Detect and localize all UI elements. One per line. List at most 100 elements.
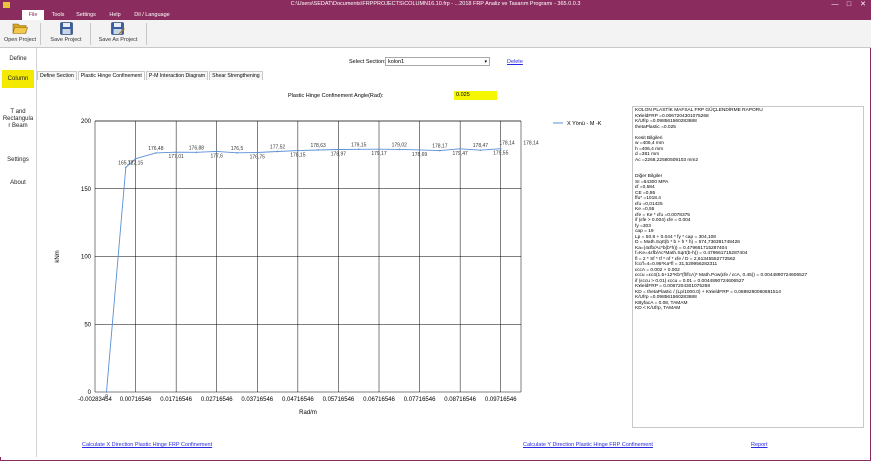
menu-file[interactable]: File	[22, 10, 44, 20]
data-point	[236, 152, 238, 154]
data-point	[479, 149, 482, 151]
legend-label: X Yönü - M -K	[567, 121, 602, 127]
toolbar: Open Project Save Project Save As Projec…	[0, 20, 871, 48]
open-project-label: Open Project	[3, 37, 37, 43]
report-link[interactable]: Report	[751, 442, 768, 448]
data-point	[439, 149, 441, 152]
sidebar: Define Column T and Rectangula r Beam Se…	[0, 48, 37, 457]
data-label: 178,47	[473, 143, 489, 149]
sidebar-item-about[interactable]: About	[2, 174, 34, 192]
title-bar: C:\Users\SEDAT\Documents\FRPPROJECTS\COL…	[0, 0, 871, 10]
data-point	[398, 148, 401, 151]
data-label: 179,02	[392, 142, 408, 148]
data-label: 178,63	[310, 143, 326, 149]
data-label: 177,01	[168, 154, 184, 160]
tab-shear-strengthening[interactable]: Shear Strengthening	[209, 71, 263, 80]
menu-language[interactable]: Dil / Language	[130, 10, 174, 20]
menu-help[interactable]: Help	[104, 10, 126, 20]
report-line: KD < K/Ufrp, TAMAM	[635, 306, 681, 311]
section-dropdown-value: kolon1	[388, 59, 405, 65]
data-point	[215, 150, 218, 153]
section-dropdown[interactable]: kolon1 ▾	[385, 57, 490, 66]
confinement-angle-label: Plastic Hinge Confinement Angle(Rad):	[288, 93, 384, 99]
delete-link[interactable]: Delete	[507, 59, 523, 65]
data-label: 178,69	[412, 152, 428, 158]
data-label: 177,52	[270, 144, 286, 150]
menu-bar: File Tools Settings Help Dil / Language	[0, 10, 871, 20]
confinement-angle-input[interactable]: 0.025	[454, 91, 497, 100]
data-point	[155, 152, 157, 154]
window-title: C:\Users\SEDAT\Documents\FRPPROJECTS\COL…	[290, 1, 581, 7]
data-point	[378, 148, 380, 151]
tab-strip: Define Section Plastic Hinge Confinement…	[37, 71, 264, 80]
y-tick-label: 200	[81, 119, 92, 125]
y-tick-label: 150	[81, 187, 92, 193]
data-label-trailing: 178,14	[499, 141, 515, 147]
data-label: 179,15	[351, 142, 367, 148]
data-label: 178,15	[290, 153, 306, 159]
open-project-button[interactable]: Open Project	[3, 22, 37, 46]
data-point	[175, 151, 177, 153]
chart-svg: -0.00283454 0.00716546 0.01716546 0.0271654…	[55, 119, 602, 416]
folder-open-icon	[12, 23, 28, 34]
save-as-project-label: Save As Project	[98, 37, 138, 43]
tab-define-section[interactable]: Define Section	[37, 71, 77, 80]
data-label: 176,88	[189, 145, 205, 151]
sidebar-item-beam[interactable]: T and Rectangula r Beam	[2, 104, 34, 134]
series-line	[106, 148, 501, 393]
data-label: 177,6	[210, 153, 223, 159]
x-tick-label: 0.02716546	[201, 397, 233, 403]
save-as-icon	[111, 22, 125, 35]
data-point	[195, 151, 198, 154]
data-point	[317, 149, 319, 151]
data-label: 176,48	[148, 146, 164, 152]
save-as-project-button[interactable]: Save As Project	[96, 22, 140, 46]
minimize-button[interactable]: —	[831, 0, 839, 10]
data-label: 179,47	[452, 151, 468, 157]
sidebar-item-define[interactable]: Define	[2, 50, 34, 68]
data-point	[459, 148, 461, 150]
data-point	[357, 148, 360, 151]
data-point	[337, 148, 340, 151]
tab-plastic-hinge[interactable]: Plastic Hinge Confinement	[77, 71, 145, 80]
data-point	[276, 150, 279, 153]
menu-tools[interactable]: Tools	[46, 10, 70, 20]
x-tick-label: 0.09716546	[485, 397, 517, 403]
menu-settings[interactable]: Settings	[72, 10, 100, 20]
save-project-button[interactable]: Save Project	[49, 22, 83, 46]
data-label: 178,17	[432, 144, 448, 150]
toolbar-divider	[40, 23, 41, 45]
x-tick-label: 0.00716546	[120, 397, 152, 403]
tab-pm-interaction[interactable]: P-M Interaction Diagram	[145, 71, 209, 80]
data-point	[256, 151, 259, 154]
maximize-button[interactable]: □	[845, 0, 853, 10]
select-section-label: Select Section:	[349, 59, 386, 65]
data-label: 178,97	[331, 151, 347, 157]
data-point	[134, 157, 137, 160]
data-point	[125, 166, 127, 169]
x-axis-label: Rad/m	[299, 410, 317, 416]
x-tick-label: 0.08716546	[444, 397, 476, 403]
y-tick-label: 0	[88, 390, 92, 396]
sidebar-item-column[interactable]: Column	[2, 70, 34, 88]
save-project-label: Save Project	[50, 37, 82, 43]
data-label: 176,5	[231, 146, 244, 152]
data-point	[105, 391, 108, 393]
y-tick-label: 100	[81, 255, 92, 261]
report-panel: KOLON PLASTİK MAFSAL FRP GÜÇLENDİRME RAP…	[632, 106, 864, 428]
sidebar-item-settings[interactable]: Settings	[2, 151, 34, 169]
save-disk-icon	[59, 22, 73, 35]
chevron-down-icon: ▾	[484, 59, 487, 65]
data-label: 176,75	[250, 155, 266, 161]
close-button[interactable]: ✕	[859, 0, 867, 10]
data-label: 172,15	[128, 161, 144, 167]
x-tick-label: 0.07716546	[404, 397, 436, 403]
toolbar-divider	[90, 23, 91, 45]
y-axis-label: kNm	[55, 250, 61, 262]
y-tick-label: 50	[84, 322, 91, 328]
calculate-y-link[interactable]: Calculate Y Direction Plastic Hinge FRP …	[523, 442, 653, 448]
data-point	[418, 149, 421, 151]
data-label: 179,17	[371, 151, 387, 157]
calculate-x-link[interactable]: Calculate X Direction Plastic Hinge FRP …	[82, 442, 212, 448]
x-tick-label: 0.04716546	[282, 397, 314, 403]
